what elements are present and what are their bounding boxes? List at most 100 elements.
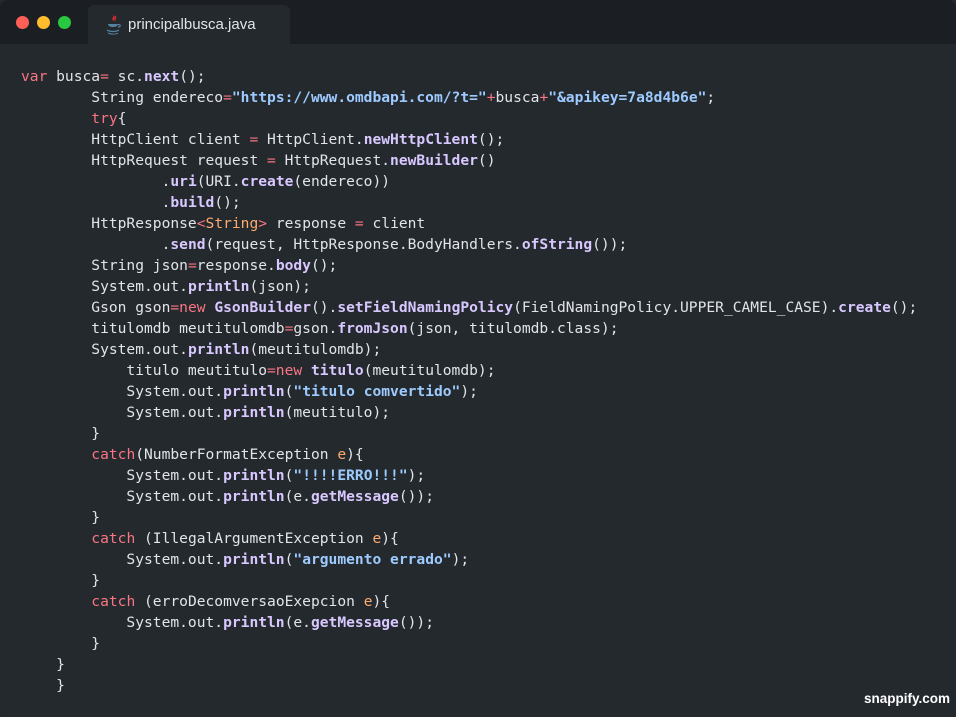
string-token: "https://www.omdbapi.com/?t=" (231, 89, 487, 106)
code-text: (json, titulomdb.class); (407, 320, 619, 337)
code-text: (json); (249, 278, 311, 295)
code-line: .build(); (21, 192, 917, 213)
java-file-icon (106, 14, 121, 35)
code-text: ); (451, 551, 470, 568)
code-line: } (21, 570, 917, 591)
method-token: create (240, 173, 294, 190)
keyword-token: + (486, 89, 496, 106)
code-text: (request, HttpResponse.BodyHandlers. (205, 236, 522, 253)
code-text: ); (407, 467, 426, 484)
code-text: response (267, 215, 355, 232)
keyword-token: =new (170, 299, 206, 316)
method-token: println (223, 404, 285, 421)
code-text: ; (706, 89, 716, 106)
code-line: String endereco="https://www.omdbapi.com… (21, 87, 917, 108)
tab-title: principalbusca.java (128, 16, 256, 33)
code-text: ()); (592, 236, 628, 253)
code-text: (meutitulo); (284, 404, 391, 421)
code-line: } (21, 423, 917, 444)
code-text: System.out. (21, 278, 188, 295)
code-text: (); (214, 194, 241, 211)
code-text: (meutitulomdb); (249, 341, 382, 358)
code-text: response. (196, 257, 276, 274)
string-token: "argumento errado" (293, 551, 452, 568)
method-token: getMessage (310, 614, 399, 631)
code-text: HttpResponse (21, 215, 197, 232)
code-line: titulo meutitulo=new titulo(meutitulomdb… (21, 360, 917, 381)
maximize-button[interactable] (58, 16, 71, 29)
method-token: newHttpClient (363, 131, 478, 148)
code-text: (); (179, 68, 206, 85)
watermark: snappify.com (863, 691, 950, 706)
code-line: } (21, 675, 917, 696)
code-text: } (21, 509, 101, 526)
code-text: } (21, 572, 101, 589)
method-token: setFieldNamingPolicy (337, 299, 514, 316)
code-text: busca (47, 68, 101, 85)
tab-principalbusca[interactable]: principalbusca.java (88, 5, 290, 44)
keyword-token: = (187, 257, 197, 274)
code-text: HttpRequest request (21, 152, 268, 169)
param-token: String (205, 215, 259, 232)
code-line: System.out.println(meutitulo); (21, 402, 917, 423)
code-text: } (21, 677, 65, 694)
code-text: System.out. (21, 467, 224, 484)
code-text: (); (477, 131, 505, 148)
minimize-button[interactable] (37, 16, 50, 29)
code-text: } (21, 635, 101, 652)
method-token: build (170, 194, 215, 211)
keyword-token: = (249, 131, 259, 148)
title-bar: principalbusca.java (0, 0, 956, 44)
code-line: System.out.println("titulo comvertido"); (21, 381, 917, 402)
code-line: System.out.println(e.getMessage()); (21, 612, 917, 633)
method-token: fromJson (337, 320, 408, 337)
code-line: System.out.println(e.getMessage()); (21, 486, 917, 507)
code-editor[interactable]: var busca= sc.next(); String endereco="h… (21, 66, 917, 696)
code-text: ()); (398, 488, 434, 505)
method-token: println (223, 467, 285, 484)
code-text: System.out. (21, 341, 188, 358)
code-window: principalbusca.java var busca= sc.next()… (0, 0, 956, 717)
method-token: newBuilder (390, 152, 478, 169)
code-line: HttpClient client = HttpClient.newHttpCl… (21, 129, 917, 150)
code-text: titulo meutitulo (21, 362, 268, 379)
code-text: . (21, 173, 171, 190)
method-token: create (838, 299, 891, 316)
code-line: } (21, 654, 917, 675)
method-token: println (223, 383, 285, 400)
code-line: .send(request, HttpResponse.BodyHandlers… (21, 234, 917, 255)
close-button[interactable] (16, 16, 29, 29)
keyword-token: catch (91, 446, 136, 463)
method-token: body (275, 257, 311, 274)
code-line: System.out.println(json); (21, 276, 917, 297)
code-line: var busca= sc.next(); (21, 66, 917, 87)
method-token: println (223, 488, 285, 505)
code-text: (e. (284, 488, 311, 505)
code-text: . (21, 236, 171, 253)
keyword-token: catch (91, 593, 136, 610)
code-text: (e. (284, 614, 311, 631)
string-token: "!!!!ERRO!!!" (293, 467, 408, 484)
code-text: . (21, 194, 171, 211)
code-line: try{ (21, 108, 917, 129)
code-text: System.out. (21, 488, 224, 505)
code-text: ); (460, 383, 478, 400)
code-text: System.out. (21, 614, 224, 631)
code-text: HttpClient client (21, 131, 250, 148)
code-text: Gson gson (21, 299, 171, 316)
code-text: (). (310, 299, 338, 316)
keyword-token: < (196, 215, 206, 232)
keyword-token: = (267, 152, 276, 169)
keyword-token: catch (91, 530, 136, 547)
code-line: HttpRequest request = HttpRequest.newBui… (21, 150, 917, 171)
method-token: titulo (310, 362, 364, 379)
method-token: send (170, 236, 206, 253)
code-text: (erroDecomversaoExepcion (135, 593, 364, 610)
code-text: ){ (372, 593, 391, 610)
keyword-token: var (21, 68, 48, 85)
param-token: e (337, 446, 347, 463)
keyword-token: =new (267, 362, 303, 379)
